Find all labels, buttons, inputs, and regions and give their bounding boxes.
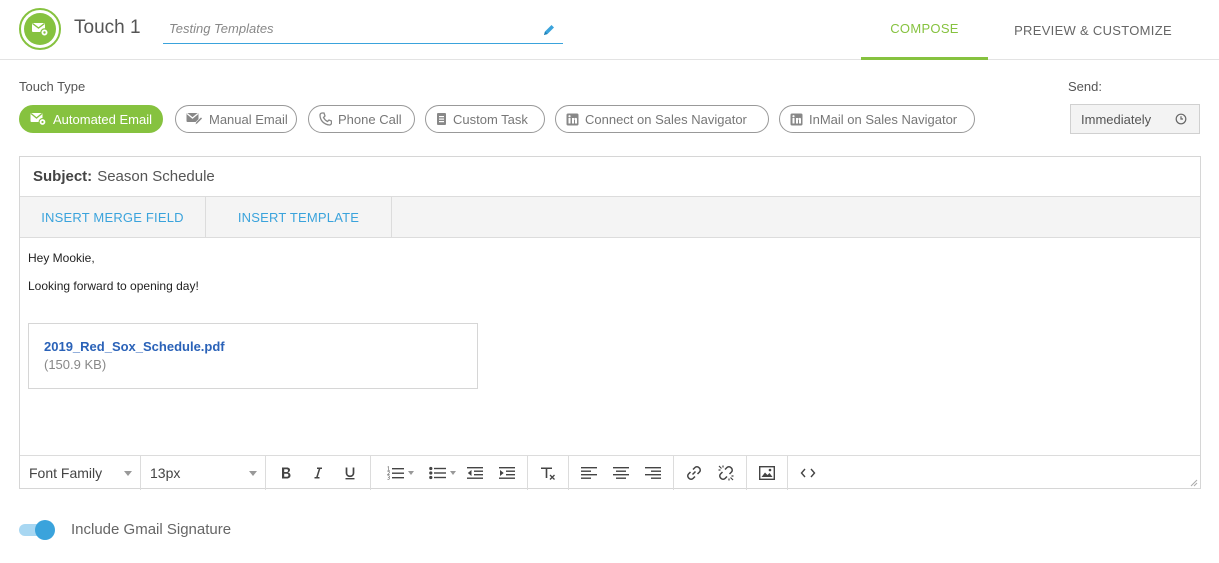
send-label: Send: — [1068, 79, 1102, 94]
touch-type-custom-task[interactable]: Custom Task — [425, 105, 545, 133]
insert-template-button[interactable]: INSERT TEMPLATE — [206, 197, 392, 238]
indent-icon — [499, 466, 515, 479]
outdent-icon — [467, 466, 483, 479]
alignment-group — [569, 455, 674, 490]
text-style-group — [266, 455, 371, 490]
touch-name-input[interactable] — [163, 17, 563, 44]
link-icon — [687, 465, 701, 480]
automated-email-icon — [30, 112, 47, 126]
touch-type-badge — [19, 8, 61, 50]
touch-type-phone-call[interactable]: Phone Call — [308, 105, 415, 133]
subject-row[interactable]: Subject: Season Schedule — [20, 157, 1200, 197]
clear-formatting-icon — [541, 467, 555, 480]
tab-preview-customize[interactable]: PREVIEW & CUSTOMIZE — [995, 0, 1191, 60]
remove-link-button[interactable] — [710, 456, 742, 490]
touch-type-label-text: Phone Call — [338, 111, 402, 127]
email-body[interactable]: Hey Mookie, Looking forward to opening d… — [20, 238, 1200, 455]
align-center-button[interactable] — [605, 456, 637, 490]
underline-icon — [345, 467, 355, 479]
bullet-list-button[interactable] — [417, 456, 459, 490]
chevron-down-icon — [249, 470, 257, 476]
bold-button[interactable] — [270, 456, 302, 490]
italic-icon — [314, 467, 322, 478]
touch-type-label-text: Custom Task — [453, 111, 528, 127]
touch-type-label-text: Automated Email — [53, 111, 152, 127]
chevron-down-icon — [450, 470, 456, 475]
touch-type-label-text: InMail on Sales Navigator — [809, 111, 958, 127]
touch-type-manual-email[interactable]: Manual Email — [175, 105, 297, 133]
chevron-down-icon — [124, 470, 132, 476]
clear-format-group — [528, 455, 569, 490]
media-group — [747, 455, 788, 490]
font-family-select[interactable]: Font Family — [20, 455, 141, 490]
subject-label: Subject: — [33, 168, 93, 185]
code-icon — [800, 468, 816, 477]
svg-text:3: 3 — [387, 475, 390, 480]
bold-icon — [282, 467, 291, 478]
font-size-value: 13px — [150, 464, 181, 481]
list-group: 123 — [371, 455, 528, 490]
align-center-icon — [613, 466, 629, 479]
touch-type-label: Touch Type — [19, 79, 86, 94]
touch-type-automated-email[interactable]: Automated Email — [19, 105, 163, 133]
underline-button[interactable] — [334, 456, 366, 490]
gmail-signature-label: Include Gmail Signature — [71, 521, 232, 538]
ordered-list-button[interactable]: 123 — [375, 456, 417, 490]
body-line: Looking forward to opening day! — [28, 279, 199, 293]
send-timing-value: Immediately — [1081, 111, 1152, 127]
font-size-select[interactable]: 13px — [141, 455, 266, 490]
send-timing-select[interactable]: Immediately — [1070, 104, 1200, 134]
touch-type-label-text: Connect on Sales Navigator — [585, 111, 747, 127]
touch-type-inmail-sales-navigator[interactable]: InMail on Sales Navigator — [779, 105, 975, 133]
code-group — [788, 456, 828, 490]
formatting-toolbar: Font Family 13px 123 — [20, 455, 1200, 490]
manual-email-icon — [186, 112, 203, 126]
insert-bar: INSERT MERGE FIELD INSERT TEMPLATE — [20, 197, 1200, 238]
clear-formatting-button[interactable] — [532, 456, 564, 490]
body-line: Hey Mookie, — [28, 251, 95, 265]
insert-merge-field-button[interactable]: INSERT MERGE FIELD — [20, 197, 206, 238]
outdent-button[interactable] — [459, 456, 491, 490]
attachment-file-size: (150.9 KB) — [44, 357, 107, 372]
align-left-button[interactable] — [573, 456, 605, 490]
attachment-card: 2019_Red_Sox_Schedule.pdf (150.9 KB) — [28, 323, 478, 389]
linkedin-icon — [790, 113, 803, 125]
ordered-list-icon: 123 — [387, 466, 404, 480]
bullet-list-icon — [429, 466, 446, 479]
toggle-knob — [35, 520, 55, 540]
align-right-button[interactable] — [637, 456, 669, 490]
italic-button[interactable] — [302, 456, 334, 490]
email-editor: Subject: Season Schedule INSERT MERGE FI… — [19, 156, 1201, 490]
touch-type-connect-sales-navigator[interactable]: Connect on Sales Navigator — [555, 105, 769, 133]
unlink-icon — [718, 465, 734, 480]
insert-image-button[interactable] — [751, 456, 783, 490]
indent-button[interactable] — [491, 456, 523, 490]
code-view-button[interactable] — [792, 456, 824, 490]
resize-handle-icon[interactable] — [1188, 477, 1198, 487]
subject-value[interactable]: Season Schedule — [97, 168, 215, 185]
font-family-value: Font Family — [29, 464, 103, 481]
header: Touch 1 COMPOSE PREVIEW & CUSTOMIZE — [0, 0, 1219, 60]
chevron-down-icon — [408, 470, 414, 475]
tab-compose[interactable]: COMPOSE — [861, 0, 988, 60]
clock-icon — [1175, 113, 1187, 125]
pencil-icon[interactable] — [542, 23, 556, 37]
touch-type-label-text: Manual Email — [209, 111, 288, 127]
automated-email-icon — [24, 13, 56, 45]
link-group — [674, 455, 747, 490]
task-icon — [437, 113, 446, 125]
gmail-signature-toggle[interactable] — [19, 519, 55, 541]
align-left-icon — [581, 466, 597, 479]
linkedin-icon — [566, 113, 579, 125]
align-right-icon — [645, 466, 661, 479]
touch-title: Touch 1 — [74, 17, 141, 38]
attachment-file-link[interactable]: 2019_Red_Sox_Schedule.pdf — [44, 339, 462, 354]
image-icon — [759, 465, 775, 480]
insert-link-button[interactable] — [678, 456, 710, 490]
phone-icon — [319, 112, 332, 126]
